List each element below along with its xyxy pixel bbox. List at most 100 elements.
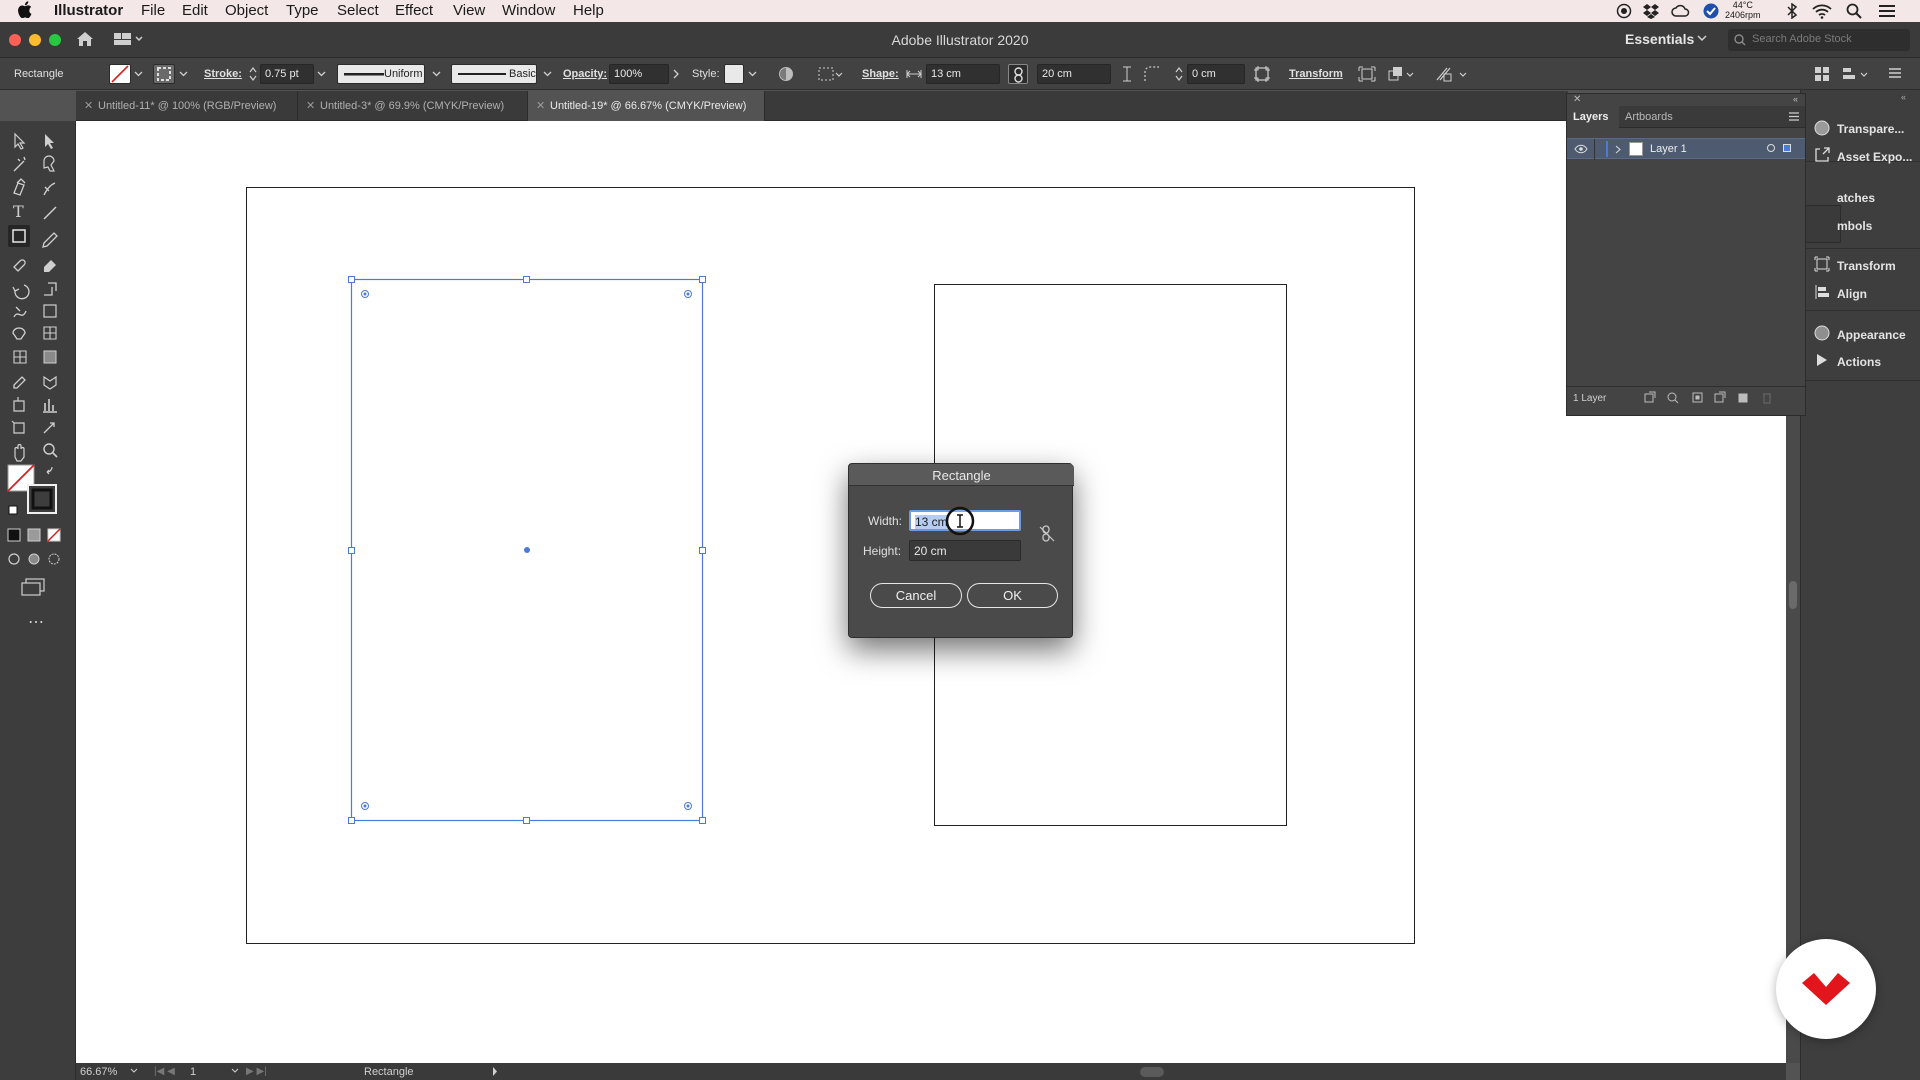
horizontal-scroll-thumb[interactable] [1140,1067,1164,1077]
perspective-grid-tool-icon[interactable] [43,326,57,340]
stroke-swatch[interactable] [153,64,175,84]
opacity-panel-link[interactable]: Opacity: [563,68,607,80]
collapse-panel-icon[interactable]: « [1793,94,1798,104]
swap-colors-icon[interactable] [46,466,53,475]
menu-file[interactable]: File [141,2,165,19]
menu-window[interactable]: Window [502,2,555,19]
adobe-stock-search[interactable]: Search Adobe Stock [1728,29,1910,51]
tab-document-active[interactable]: ✕ Untitled-19* @ 66.67% (CMYK/Preview) [528,91,765,121]
free-transform-tool-icon[interactable] [43,304,57,318]
expand-chevron-icon[interactable] [1615,145,1621,154]
shape-height-input[interactable]: 20 cm [1037,64,1111,84]
close-panel-icon[interactable]: ✕ [1573,94,1581,105]
recolor-artwork-icon[interactable] [778,66,794,82]
fill-swatch[interactable] [109,64,131,84]
target-icon[interactable] [1767,144,1775,152]
panel-asset-export[interactable]: Asset Expo... [1837,150,1912,164]
transform-panel-link[interactable]: Transform [1289,68,1343,80]
panel-symbols[interactable]: mbols [1837,219,1872,233]
constrain-link-icon[interactable] [1039,525,1055,543]
chevron-right-icon[interactable] [492,1067,498,1076]
dropbox-icon[interactable] [1642,3,1660,19]
menu-help[interactable]: Help [573,2,604,19]
collapse-icon[interactable]: « [1901,92,1906,102]
eraser-tool-icon[interactable] [44,260,56,272]
export-icon[interactable] [1644,391,1656,403]
width-tool-icon[interactable] [13,306,27,318]
constrain-proportions-toggle[interactable] [1008,64,1028,84]
panel-align[interactable]: Align [1837,287,1867,301]
new-sublayer-icon[interactable] [1714,391,1726,403]
spotlight-icon[interactable] [1846,3,1862,19]
artboard-tool-icon[interactable] [11,420,25,434]
menu-view[interactable]: View [453,2,485,19]
workspace-switcher[interactable]: Essentials [1625,31,1694,47]
shape-width-input[interactable]: 13 cm [926,64,1000,84]
hand-tool-icon[interactable] [14,443,25,462]
locate-object-icon[interactable] [1667,392,1677,402]
mesh-tool-icon[interactable] [13,350,27,364]
panel-menu-icon[interactable] [1789,112,1799,121]
type-tool-icon[interactable]: T [13,202,24,221]
stepper-icon[interactable] [1175,66,1183,82]
close-tab-icon[interactable]: ✕ [84,99,93,112]
apple-icon[interactable] [18,1,32,18]
menu-object[interactable]: Object [225,2,268,19]
height-input[interactable]: 20 cm [909,540,1021,561]
transform-icon[interactable] [1814,256,1830,272]
chevron-down-icon[interactable] [130,1068,138,1074]
direct-selection-tool-icon[interactable] [45,134,54,149]
symbol-sprayer-tool-icon[interactable] [13,397,25,412]
bluetooth-icon[interactable] [1786,3,1798,19]
graphic-style-swatch[interactable] [724,64,744,84]
pen-tool-icon[interactable] [13,178,26,196]
blend-tool-icon[interactable] [43,375,57,390]
corner-type-icon[interactable] [1144,66,1162,82]
chevron-down-icon[interactable] [179,71,188,78]
slice-tool-icon[interactable] [43,422,55,434]
tab-document[interactable]: ✕ Untitled-3* @ 69.9% (CMYK/Preview) [298,91,528,121]
stroke-weight-input[interactable]: 0.75 pt [260,64,314,84]
panel-transform[interactable]: Transform [1837,259,1896,273]
stroke-panel-link[interactable]: Stroke: [204,68,242,80]
new-layer-icon[interactable] [1738,393,1748,403]
panel-appearance[interactable]: Appearance [1837,328,1906,342]
transparency-icon[interactable] [1814,120,1830,136]
panel-menu-icon[interactable] [1888,67,1902,79]
select-similar-icon[interactable] [1358,66,1376,82]
color-mode-icon[interactable] [7,528,21,542]
zoom-tool-icon[interactable] [43,443,55,455]
layer-row[interactable]: Layer 1 [1567,138,1805,160]
shape-panel-link[interactable]: Shape: [862,68,899,80]
menu-select[interactable]: Select [337,2,379,19]
zoom-level[interactable]: 66.67% [80,1066,117,1078]
draw-inside-icon[interactable] [48,553,60,565]
arrange-panels-icon[interactable] [1814,66,1830,82]
chevron-down-icon[interactable] [432,71,441,78]
draw-normal-icon[interactable] [8,553,20,565]
more-tools-icon[interactable]: … [28,608,44,627]
chevron-right-icon[interactable] [673,69,680,79]
arrange-icon[interactable] [1436,66,1470,82]
ok-button[interactable]: OK [967,583,1058,608]
variable-width-profile[interactable]: Uniform [337,64,425,84]
default-colors-icon[interactable] [8,505,18,515]
draw-behind-icon[interactable] [28,553,40,565]
last-artboard-icon[interactable]: ▶ ▶| [246,1066,267,1077]
menu-effect[interactable]: Effect [395,2,433,19]
curvature-tool-icon[interactable] [43,182,56,196]
gradient-tool-icon[interactable] [43,350,57,364]
align-panel-icon[interactable] [1842,66,1870,82]
creative-cloud-icon[interactable] [1670,3,1690,19]
wifi-icon[interactable] [1812,3,1832,19]
panel-transparency[interactable]: Transpare... [1837,122,1904,136]
chevron-down-icon[interactable] [543,71,552,78]
shape-builder-tool-icon[interactable] [12,327,26,340]
panel-swatches[interactable]: atches [1837,191,1875,205]
cancel-button[interactable]: Cancel [870,583,962,608]
first-artboard-icon[interactable]: |◀ ◀ [154,1066,175,1077]
visibility-eye-icon[interactable] [1574,144,1588,154]
eyedropper-tool-icon[interactable] [13,376,26,389]
lasso-tool-icon[interactable] [43,155,55,172]
menu-app-name[interactable]: Illustrator [54,2,123,19]
